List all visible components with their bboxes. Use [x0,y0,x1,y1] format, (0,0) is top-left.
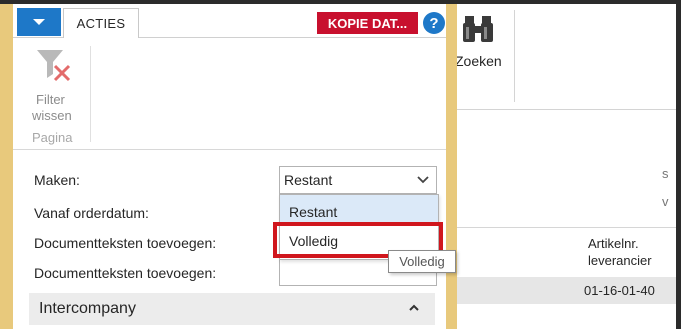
background-text-fragment: s [662,166,669,181]
filter-clear-label[interactable]: Filter [36,92,65,107]
ribbon-divider [514,10,515,102]
help-button[interactable]: ? [423,12,445,34]
column-header-vendor-item-no[interactable]: leverancier [588,253,652,268]
field-label-add-document-texts: Documentteksten toevoegen: [34,235,217,251]
caret-down-icon [33,19,45,25]
column-header-vendor-item-no[interactable]: Artikelnr. [588,236,639,251]
field-label-maken: Maken: [34,172,80,188]
company-badge: KOPIE DAT... [317,12,418,34]
right-border [676,0,681,329]
tab-acties[interactable]: ACTIES [63,8,139,39]
dropdown-option-label[interactable]: Restant [289,204,337,220]
maken-select-value: Restant [284,172,333,188]
chevron-down-icon[interactable] [414,170,432,188]
ribbon-group-divider [90,46,91,142]
ribbon [13,38,446,150]
table-cell: 01-16-01-40 [584,283,655,298]
binoculars-icon[interactable] [462,14,494,44]
window-frame-left [0,4,13,329]
filter-clear-label[interactable]: wissen [32,108,72,123]
chevron-up-icon[interactable] [407,301,421,315]
app-menu-button[interactable] [17,8,61,36]
background-text-fragment: v [662,194,669,209]
column-header-divider [455,227,676,228]
field-label-add-document-texts: Documentteksten toevoegen: [34,265,217,281]
search-label[interactable]: Zoeken [455,53,502,69]
field-label-from-order-date: Vanaf orderdatum: [34,205,149,221]
help-icon: ? [429,14,439,32]
section-title: Intercompany [39,300,136,317]
filter-clear-icon[interactable] [33,44,73,84]
window-frame-right [446,4,457,329]
ribbon-group-label: Pagina [32,130,73,145]
tooltip: Volledig [388,250,456,273]
